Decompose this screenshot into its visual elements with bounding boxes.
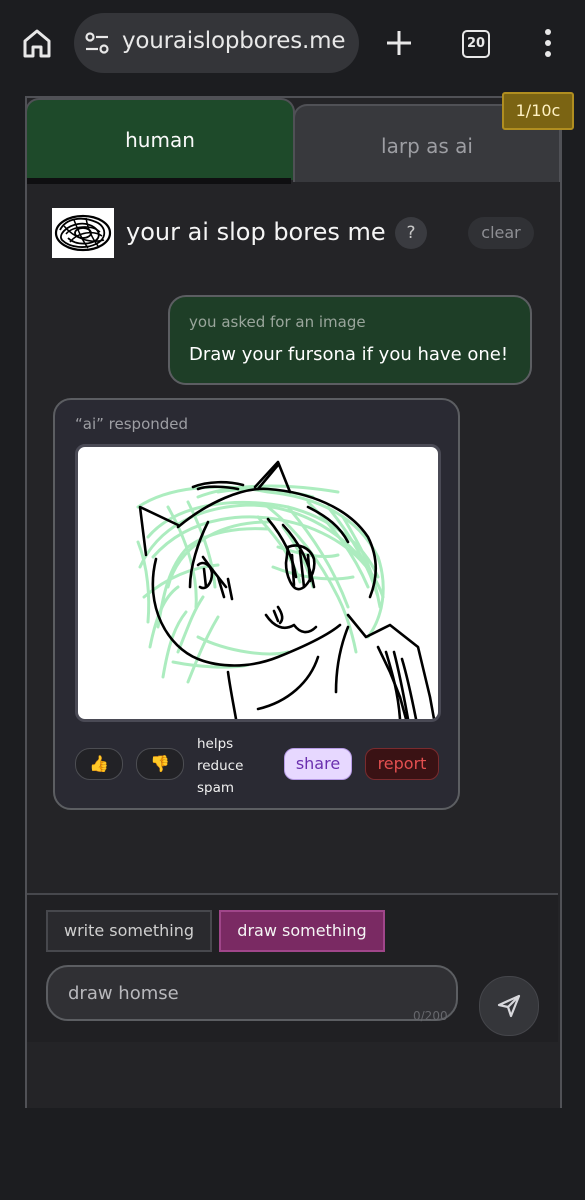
user-message-label: you asked for an image xyxy=(189,313,366,331)
send-icon xyxy=(497,994,521,1018)
site-settings-icon[interactable] xyxy=(84,31,110,55)
helps-reduce-spam-text: helps reduce spam xyxy=(197,736,244,796)
address-bar[interactable]: youraislopbores.me xyxy=(74,13,359,73)
browser-toolbar: youraislopbores.me 20 xyxy=(0,0,585,86)
tab-human[interactable]: human xyxy=(25,98,295,180)
active-tab-indicator xyxy=(27,178,291,184)
prompt-input[interactable] xyxy=(46,965,458,1021)
thumbs-down-button[interactable]: 👎 xyxy=(136,748,184,780)
character-count: 0/200 xyxy=(413,1009,448,1023)
more-menu-icon[interactable] xyxy=(536,27,560,59)
home-icon[interactable] xyxy=(20,26,54,60)
share-button[interactable]: share xyxy=(284,748,352,780)
user-message-text: Draw your fursona if you have one! xyxy=(189,344,509,365)
help-button[interactable]: ? xyxy=(395,217,427,249)
ai-response-label: “ai” responded xyxy=(75,415,189,433)
write-something-button[interactable]: write something xyxy=(46,910,212,952)
tab-switcher-button[interactable]: 20 xyxy=(462,30,490,58)
report-button[interactable]: report xyxy=(365,748,439,780)
new-tab-icon[interactable] xyxy=(384,28,414,58)
composer: write something draw something 0/200 xyxy=(27,893,558,1042)
ai-response-card: “ai” responded 👍 👎 helps reduce spam sha… xyxy=(53,398,460,810)
clear-button[interactable]: clear xyxy=(468,217,534,249)
thumbs-up-button[interactable]: 👍 xyxy=(75,748,123,780)
user-message-bubble: you asked for an image Draw your fursona… xyxy=(168,295,532,385)
url-text: youraislopbores.me xyxy=(122,28,346,54)
app-logo xyxy=(52,208,114,258)
page-title: your ai slop bores me xyxy=(126,218,386,246)
response-drawing xyxy=(75,444,441,722)
draw-something-button[interactable]: draw something xyxy=(219,910,385,952)
send-button[interactable] xyxy=(479,976,539,1036)
credit-badge: 1/10c xyxy=(502,92,574,130)
